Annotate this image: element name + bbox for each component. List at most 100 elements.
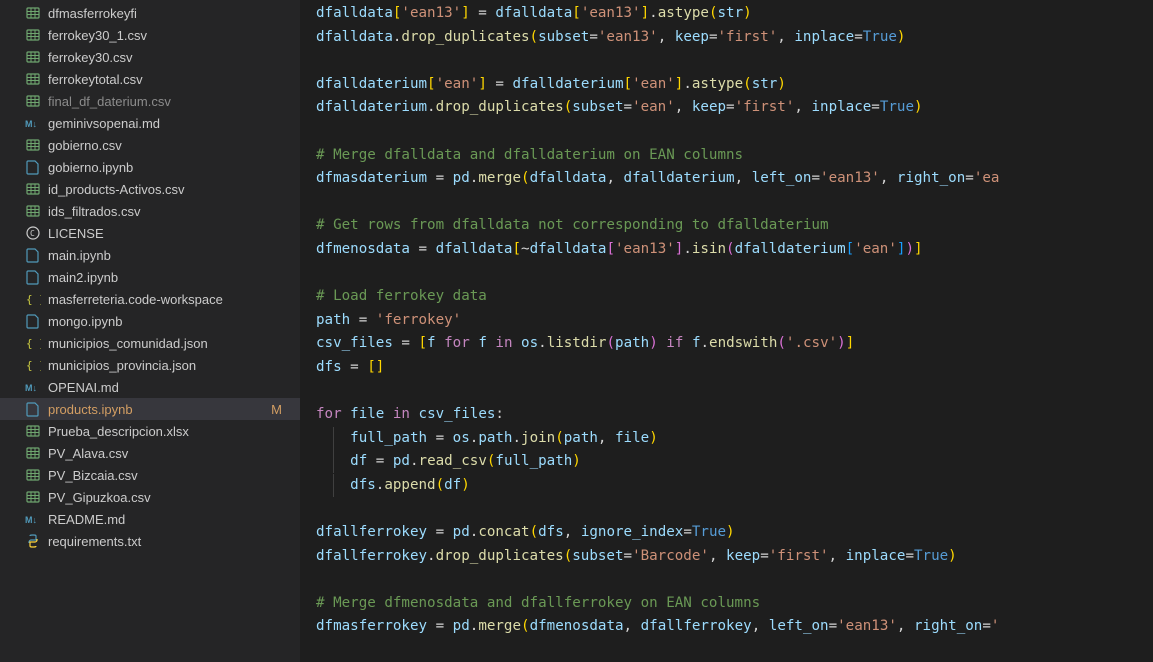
file-name-label: main2.ipynb	[48, 270, 292, 285]
file-name-label: masferreteria.code-workspace	[48, 292, 292, 307]
csv-file-icon	[24, 136, 42, 154]
file-row[interactable]: final_df_daterium.csv	[0, 90, 300, 112]
csv-file-icon	[24, 92, 42, 110]
svg-text:M↓: M↓	[25, 515, 37, 525]
code-line: dfs = []	[316, 359, 384, 375]
md-file-icon: M↓	[24, 510, 42, 528]
csv-file-icon	[24, 180, 42, 198]
file-name-label: gobierno.ipynb	[48, 160, 292, 175]
csv-file-icon	[24, 48, 42, 66]
ipynb-file-icon	[24, 158, 42, 176]
json-file-icon: { }	[24, 290, 42, 308]
file-row[interactable]: { } municipios_provincia.json	[0, 354, 300, 376]
file-row[interactable]: ferrokey30_1.csv	[0, 24, 300, 46]
md-file-icon: M↓	[24, 114, 42, 132]
file-name-label: PV_Gipuzkoa.csv	[48, 490, 292, 505]
file-name-label: dfmasferrokeyfi	[48, 6, 292, 21]
file-name-label: ferrokeytotal.csv	[48, 72, 292, 87]
csv-file-icon	[24, 4, 42, 22]
file-name-label: ids_filtrados.csv	[48, 204, 292, 219]
file-name-label: municipios_provincia.json	[48, 358, 292, 373]
md-file-icon: M↓	[24, 378, 42, 396]
code-line: dfmasferrokey = pd.merge(dfmenosdata, df…	[316, 618, 999, 634]
file-row[interactable]: gobierno.csv	[0, 134, 300, 156]
file-name-label: products.ipynb	[48, 402, 271, 417]
file-status-badge: M	[271, 402, 292, 417]
csv-file-icon	[24, 444, 42, 462]
ipynb-file-icon	[24, 246, 42, 264]
file-row[interactable]: M↓ OPENAI.md	[0, 376, 300, 398]
file-row[interactable]: id_products-Activos.csv	[0, 178, 300, 200]
file-row[interactable]: mongo.ipynb	[0, 310, 300, 332]
file-name-label: gobierno.csv	[48, 138, 292, 153]
svg-text:{ }: { }	[26, 359, 41, 372]
csv-file-icon	[24, 202, 42, 220]
file-row[interactable]: PV_Gipuzkoa.csv	[0, 486, 300, 508]
file-row[interactable]: requirements.txt	[0, 530, 300, 552]
file-row[interactable]: ids_filtrados.csv	[0, 200, 300, 222]
file-row[interactable]: PV_Alava.csv	[0, 442, 300, 464]
file-row[interactable]: M↓ README.md	[0, 508, 300, 530]
file-row[interactable]: gobierno.ipynb	[0, 156, 300, 178]
file-row[interactable]: PV_Bizcaia.csv	[0, 464, 300, 486]
file-name-label: requirements.txt	[48, 534, 292, 549]
xlsx-file-icon	[24, 422, 42, 440]
svg-text:C: C	[30, 229, 35, 238]
code-line: full_path = os.path.join(path, file)	[316, 430, 658, 446]
ipynb-file-icon	[24, 268, 42, 286]
file-row[interactable]: Prueba_descripcion.xlsx	[0, 420, 300, 442]
ipynb-file-icon	[24, 312, 42, 330]
file-explorer-sidebar[interactable]: dfmasferrokeyfi ferrokey30_1.csv ferrokey3…	[0, 0, 300, 662]
file-name-label: municipios_comunidad.json	[48, 336, 292, 351]
svg-text:M↓: M↓	[25, 383, 37, 393]
code-line: dfmasdaterium = pd.merge(dfalldata, dfal…	[316, 170, 999, 186]
code-line: dfalldata['ean13'] = dfalldata['ean13'].…	[316, 5, 752, 21]
code-line: dfs.append(df)	[316, 477, 470, 493]
file-name-label: README.md	[48, 512, 292, 527]
code-line: dfmenosdata = dfalldata[~dfalldata['ean1…	[316, 241, 923, 257]
file-name-label: id_products-Activos.csv	[48, 182, 292, 197]
file-name-label: LICENSE	[48, 226, 292, 241]
svg-text:M↓: M↓	[25, 119, 37, 129]
file-row[interactable]: main2.ipynb	[0, 266, 300, 288]
svg-text:{ }: { }	[26, 293, 41, 306]
file-row[interactable]: ferrokeytotal.csv	[0, 68, 300, 90]
file-row[interactable]: ferrokey30.csv	[0, 46, 300, 68]
file-name-label: main.ipynb	[48, 248, 292, 263]
file-name-label: ferrokey30_1.csv	[48, 28, 292, 43]
file-row[interactable]: M↓ geminivsopenai.md	[0, 112, 300, 134]
code-editor[interactable]: dfalldata['ean13'] = dfalldata['ean13'].…	[300, 0, 1153, 662]
code-comment: # Load ferrokey data	[316, 288, 487, 304]
csv-file-icon	[24, 70, 42, 88]
json-file-icon: { }	[24, 334, 42, 352]
file-row[interactable]: { } municipios_comunidad.json	[0, 332, 300, 354]
csv-file-icon	[24, 466, 42, 484]
code-line: path = 'ferrokey'	[316, 312, 461, 328]
file-row[interactable]: C LICENSE	[0, 222, 300, 244]
file-row[interactable]: dfmasferrokeyfi	[0, 2, 300, 24]
code-line: dfalldaterium['ean'] = dfalldaterium['ea…	[316, 76, 786, 92]
file-row[interactable]: main.ipynb	[0, 244, 300, 266]
svg-text:{ }: { }	[26, 337, 41, 350]
file-name-label: mongo.ipynb	[48, 314, 292, 329]
file-name-label: PV_Alava.csv	[48, 446, 292, 461]
file-name-label: ferrokey30.csv	[48, 50, 292, 65]
file-name-label: geminivsopenai.md	[48, 116, 292, 131]
code-comment: # Merge dfalldata and dfalldaterium on E…	[316, 147, 743, 163]
code-line: csv_files = [f for f in os.listdir(path)…	[316, 335, 854, 351]
file-name-label: PV_Bizcaia.csv	[48, 468, 292, 483]
code-line: dfalldata.drop_duplicates(subset='ean13'…	[316, 29, 905, 45]
csv-file-icon	[24, 26, 42, 44]
csv-file-icon	[24, 488, 42, 506]
code-line: dfallferrokey = pd.concat(dfs, ignore_in…	[316, 524, 735, 540]
file-row[interactable]: products.ipynbM	[0, 398, 300, 420]
py-file-icon	[24, 532, 42, 550]
file-row[interactable]: { } masferreteria.code-workspace	[0, 288, 300, 310]
code-comment: # Merge dfmenosdata and dfallferrokey on…	[316, 595, 760, 611]
code-comment: # Get rows from dfalldata not correspond…	[316, 217, 829, 233]
file-name-label: OPENAI.md	[48, 380, 292, 395]
file-name-label: final_df_daterium.csv	[48, 94, 292, 109]
code-line: df = pd.read_csv(full_path)	[316, 453, 581, 469]
license-file-icon: C	[24, 224, 42, 242]
code-line: dfalldaterium.drop_duplicates(subset='ea…	[316, 99, 923, 115]
